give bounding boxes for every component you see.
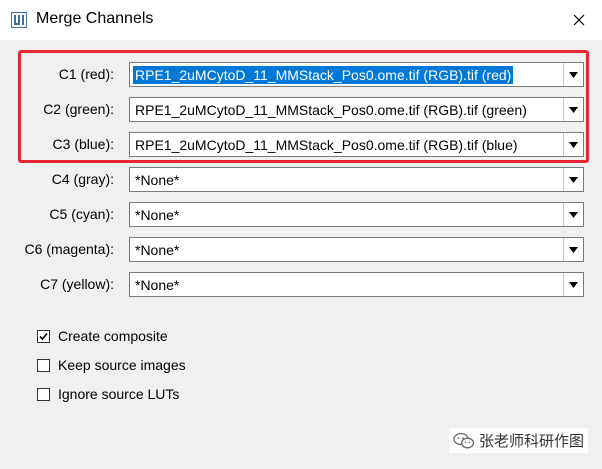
- wechat-icon: [453, 432, 475, 448]
- close-icon: [573, 14, 585, 26]
- c4-label: C4 (gray):: [51, 171, 114, 187]
- c4-dropdown-button[interactable]: [563, 168, 583, 191]
- watermark-text: 张老师科研作图: [478, 433, 584, 450]
- ignore-source-luts-checkbox[interactable]: [37, 387, 50, 401]
- c4-select[interactable]: *None*: [129, 167, 584, 192]
- c5-select[interactable]: *None*: [129, 202, 584, 227]
- c5-dropdown-button[interactable]: [563, 203, 583, 226]
- ignore-source-luts-option[interactable]: Ignore source LUTs: [37, 385, 179, 403]
- ignore-source-luts-label: Ignore source LUTs: [58, 386, 180, 402]
- c6-label: C6 (magenta):: [24, 241, 114, 257]
- chevron-down-icon: [569, 211, 578, 218]
- close-button[interactable]: [556, 0, 602, 40]
- keep-source-images-checkbox[interactable]: [37, 358, 50, 372]
- c6-dropdown-button[interactable]: [563, 238, 583, 261]
- highlight-annotation-box: [18, 50, 589, 163]
- c7-dropdown-button[interactable]: [563, 273, 583, 296]
- create-composite-checkbox[interactable]: [37, 329, 50, 343]
- keep-source-images-option[interactable]: Keep source images: [37, 356, 186, 374]
- c4-select-value: *None*: [135, 172, 180, 188]
- create-composite-option[interactable]: Create composite: [37, 327, 168, 345]
- c7-select[interactable]: *None*: [129, 272, 584, 297]
- c7-label: C7 (yellow):: [40, 276, 114, 292]
- window-title: Merge Channels: [36, 10, 154, 27]
- checkmark-icon: [39, 332, 48, 340]
- create-composite-label: Create composite: [58, 328, 168, 344]
- title-bar: Merge Channels: [0, 0, 602, 40]
- c7-select-value: *None*: [135, 277, 180, 293]
- chevron-down-icon: [569, 246, 578, 253]
- c6-select-value: *None*: [135, 242, 180, 258]
- watermark: 张老师科研作图: [448, 428, 588, 453]
- chevron-down-icon: [569, 176, 578, 183]
- c5-select-value: *None*: [135, 207, 180, 223]
- chevron-down-icon: [569, 281, 578, 288]
- c5-label: C5 (cyan):: [49, 206, 114, 222]
- keep-source-images-label: Keep source images: [58, 357, 186, 373]
- imagej-app-icon: [11, 12, 27, 28]
- c6-select[interactable]: *None*: [129, 237, 584, 262]
